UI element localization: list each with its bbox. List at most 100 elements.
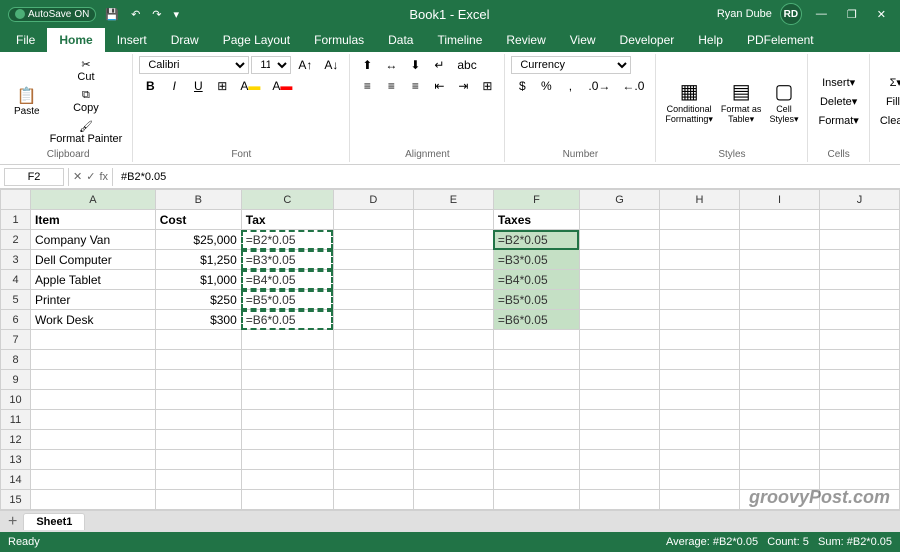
cell-J3[interactable] [819, 250, 899, 270]
cell-J13[interactable] [819, 450, 899, 470]
cell-E2[interactable] [413, 230, 493, 250]
cell-B10[interactable] [155, 390, 241, 410]
autosum-btn[interactable]: Σ▾ [876, 74, 900, 91]
cell-H10[interactable] [659, 390, 739, 410]
cell-D7[interactable] [333, 330, 413, 350]
cell-C1[interactable]: Tax [241, 210, 333, 230]
col-header-D[interactable]: D [333, 190, 413, 210]
format-painter-btn[interactable]: 🖌 Format Painter [46, 118, 127, 147]
cell-I1[interactable] [739, 210, 819, 230]
cell-E8[interactable] [413, 350, 493, 370]
decrease-font-btn[interactable]: A↓ [319, 56, 343, 74]
cell-D14[interactable] [333, 470, 413, 490]
tab-help[interactable]: Help [686, 28, 735, 52]
redo-btn[interactable]: ↷ [149, 7, 164, 22]
col-header-F[interactable]: F [493, 190, 579, 210]
user-avatar[interactable]: RD [780, 3, 802, 25]
col-header-C[interactable]: C [241, 190, 333, 210]
cell-I12[interactable] [739, 430, 819, 450]
cell-G6[interactable] [579, 310, 659, 330]
decimal-decrease-btn[interactable]: ←.0 [617, 77, 649, 95]
cell-reference-input[interactable] [4, 168, 64, 186]
cell-A9[interactable] [31, 370, 156, 390]
qa-more-btn[interactable]: ▾ [171, 7, 183, 22]
font-size-select[interactable]: 11 [251, 56, 291, 74]
cell-G14[interactable] [579, 470, 659, 490]
tab-insert[interactable]: Insert [105, 28, 159, 52]
cell-B11[interactable] [155, 410, 241, 430]
conditional-formatting-btn[interactable]: ▦ ConditionalFormatting▾ [662, 77, 716, 127]
italic-btn[interactable]: I [163, 77, 185, 95]
cell-A11[interactable] [31, 410, 156, 430]
cell-F4[interactable]: =B4*0.05 [493, 270, 579, 290]
cell-C8[interactable] [241, 350, 333, 370]
cell-H1[interactable] [659, 210, 739, 230]
align-top-btn[interactable]: ⬆ [356, 56, 378, 74]
tab-draw[interactable]: Draw [159, 28, 211, 52]
cell-G2[interactable] [579, 230, 659, 250]
cell-A3[interactable]: Dell Computer [31, 250, 156, 270]
cell-A6[interactable]: Work Desk [31, 310, 156, 330]
paste-btn[interactable]: 📋 Paste [10, 84, 44, 119]
cell-G4[interactable] [579, 270, 659, 290]
cell-H14[interactable] [659, 470, 739, 490]
cell-H15[interactable] [659, 490, 739, 510]
cell-G15[interactable] [579, 490, 659, 510]
cell-H4[interactable] [659, 270, 739, 290]
borders-btn[interactable]: ⊞ [211, 77, 233, 95]
col-header-B[interactable]: B [155, 190, 241, 210]
cell-F11[interactable] [493, 410, 579, 430]
cell-F13[interactable] [493, 450, 579, 470]
tab-view[interactable]: View [558, 28, 608, 52]
cell-E3[interactable] [413, 250, 493, 270]
cell-H9[interactable] [659, 370, 739, 390]
cell-A2[interactable]: Company Van [31, 230, 156, 250]
cell-D9[interactable] [333, 370, 413, 390]
align-right-btn[interactable]: ≡ [404, 77, 426, 95]
font-family-select[interactable]: Calibri [139, 56, 249, 74]
cell-C5[interactable]: =B5*0.05 [241, 290, 333, 310]
cell-F5[interactable]: =B5*0.05 [493, 290, 579, 310]
cell-H2[interactable] [659, 230, 739, 250]
cell-B4[interactable]: $1,000 [155, 270, 241, 290]
cell-F1[interactable]: Taxes [493, 210, 579, 230]
cell-F2[interactable]: =B2*0.05 [493, 230, 579, 250]
cell-B8[interactable] [155, 350, 241, 370]
cell-B2[interactable]: $25,000 [155, 230, 241, 250]
tab-developer[interactable]: Developer [608, 28, 687, 52]
cell-J4[interactable] [819, 270, 899, 290]
col-header-A[interactable]: A [31, 190, 156, 210]
increase-font-btn[interactable]: A↑ [293, 56, 317, 74]
col-header-H[interactable]: H [659, 190, 739, 210]
cell-A15[interactable] [31, 490, 156, 510]
cell-F9[interactable] [493, 370, 579, 390]
cell-A8[interactable] [31, 350, 156, 370]
cell-A5[interactable]: Printer [31, 290, 156, 310]
underline-btn[interactable]: U [187, 77, 209, 95]
cell-I13[interactable] [739, 450, 819, 470]
cell-I15[interactable] [739, 490, 819, 510]
cell-J1[interactable] [819, 210, 899, 230]
merge-btn[interactable]: ⊞ [476, 77, 498, 95]
col-header-E[interactable]: E [413, 190, 493, 210]
cell-G5[interactable] [579, 290, 659, 310]
format-as-table-btn[interactable]: ▤ Format asTable▾ [718, 77, 765, 127]
cell-D12[interactable] [333, 430, 413, 450]
cell-D3[interactable] [333, 250, 413, 270]
accounting-btn[interactable]: $ [511, 77, 533, 95]
cell-G7[interactable] [579, 330, 659, 350]
col-header-G[interactable]: G [579, 190, 659, 210]
cell-H8[interactable] [659, 350, 739, 370]
cell-B1[interactable]: Cost [155, 210, 241, 230]
tab-home[interactable]: Home [47, 28, 104, 52]
cell-C3[interactable]: =B3*0.05 [241, 250, 333, 270]
cell-G9[interactable] [579, 370, 659, 390]
cell-F3[interactable]: =B3*0.05 [493, 250, 579, 270]
tab-timeline[interactable]: Timeline [425, 28, 494, 52]
cell-D10[interactable] [333, 390, 413, 410]
confirm-formula-icon[interactable]: ✓ [86, 170, 95, 183]
cell-G8[interactable] [579, 350, 659, 370]
cell-F12[interactable] [493, 430, 579, 450]
cell-J9[interactable] [819, 370, 899, 390]
insert-function-icon[interactable]: fx [99, 171, 108, 183]
